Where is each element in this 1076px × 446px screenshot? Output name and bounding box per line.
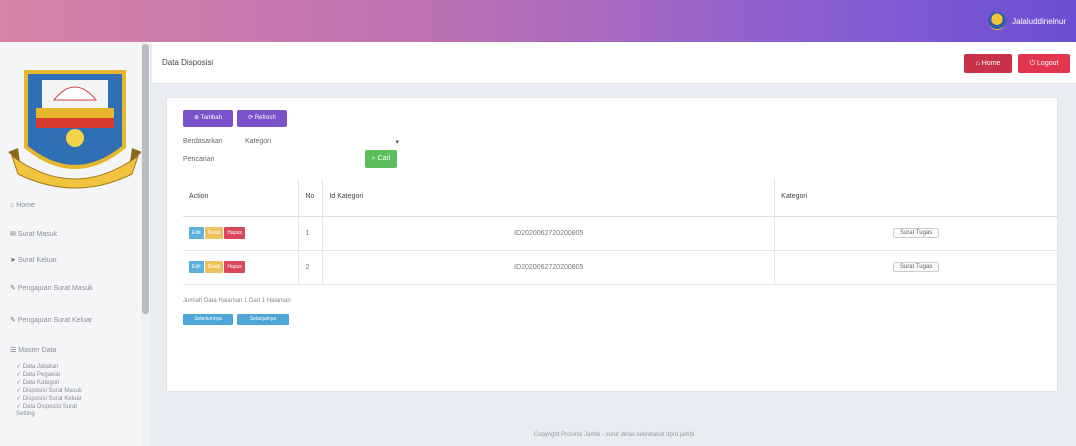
sub-data-jabatan[interactable]: ✓ Data Jabatan: [16, 363, 58, 370]
col-action: Action: [183, 178, 300, 217]
nav-master-data[interactable]: ☰ Master Data: [10, 346, 56, 354]
table-header-row: Action No Id Kategori Kategori: [183, 178, 1058, 217]
nav-surat-keluar[interactable]: ➤ Surat Keluar: [10, 256, 57, 264]
sidebar: ⌂ Home ✉ Surat Masuk ➤ Surat Keluar ✎ Pengaj…: [0, 42, 150, 446]
home-icon: ⌂: [10, 202, 15, 209]
database-icon: ☰: [10, 347, 17, 354]
col-no: No: [298, 178, 324, 217]
row-kategori: Surat Tugas: [774, 250, 1058, 285]
main-content: Data Disposisi ⌂ Home ⏻ Logout ⊕ Tambah …: [152, 42, 1076, 446]
col-kategori: Kategori: [774, 178, 1058, 217]
row-no: 1: [298, 216, 324, 251]
data-table: Action No Id Kategori Kategori Edit Detai…: [183, 178, 1058, 285]
sidebar-scroll-thumb[interactable]: [142, 44, 149, 314]
user-avatar-icon: [988, 12, 1007, 30]
pencil-icon: ✎: [10, 317, 16, 324]
nav-pengajuan-masuk[interactable]: ✎ Pengajuan Surat Masuk: [10, 284, 93, 292]
col-id-kategori: Id Kategori: [322, 178, 776, 217]
page-header: Data Disposisi ⌂ Home ⏻ Logout: [152, 42, 1076, 84]
table-row: Edit Detail Hapus 1 ID2020062720200805 Sur…: [183, 216, 1058, 251]
row-actions: Edit Detail Hapus: [183, 216, 300, 251]
provincial-emblem-logo: [8, 70, 142, 189]
user-menu[interactable]: Jalaluddinelnur: [988, 12, 1066, 30]
inbox-icon: ✉: [10, 231, 16, 238]
sub-data-pegawai[interactable]: ✓ Data Pegawai: [16, 371, 60, 378]
delete-button[interactable]: Hapus: [224, 261, 245, 273]
tambah-button[interactable]: ⊕ Tambah: [183, 110, 233, 127]
send-icon: ➤: [10, 257, 16, 264]
pencil-icon: ✎: [10, 285, 16, 292]
pagination-summary: Jumlah Data Halaman 1 Dari 1 Halaman: [183, 298, 291, 304]
refresh-button[interactable]: ⟳ Refresh: [237, 110, 287, 127]
edit-button[interactable]: Edit: [189, 261, 204, 273]
row-id: ID2020062720200805: [322, 216, 776, 251]
edit-button[interactable]: Edit: [189, 227, 204, 239]
content-panel: ⊕ Tambah ⟳ Refresh Berdasarkan Kategori …: [166, 97, 1058, 392]
search-input[interactable]: [237, 153, 347, 166]
page-title: Data Disposisi: [162, 58, 214, 67]
cari-button[interactable]: ⌕ Cari: [365, 150, 397, 168]
row-id: ID2020062720200805: [322, 250, 776, 285]
row-no: 2: [298, 250, 324, 285]
delete-button[interactable]: Hapus: [224, 227, 245, 239]
row-actions: Edit Detail Hapus: [183, 250, 300, 285]
sub-disposisi-keluar[interactable]: ✓ Disposisi Surat Keluar: [16, 395, 82, 402]
detail-button[interactable]: Detail: [204, 227, 224, 239]
nav-surat-masuk[interactable]: ✉ Surat Masuk: [10, 230, 57, 238]
pencarian-label: Pencarian: [183, 156, 215, 163]
row-kategori: Surat Tugas: [774, 216, 1058, 251]
detail-button[interactable]: Detail: [204, 261, 224, 273]
sub-data-kategori[interactable]: ✓ Data Kategori: [16, 379, 59, 386]
next-page-button[interactable]: Selanjutnya: [237, 314, 289, 325]
sub-data-disposisi[interactable]: ✓ Data Disposisi Surat: [16, 403, 77, 410]
sub-setting[interactable]: Setting: [16, 411, 35, 417]
kategori-select[interactable]: Kategori ▾: [183, 137, 403, 151]
top-navbar: Jalaluddinelnur: [0, 0, 1076, 42]
select-value: Kategori: [245, 138, 272, 145]
username: Jalaluddinelnur: [1012, 16, 1066, 26]
nav-home[interactable]: ⌂ Home: [10, 202, 35, 209]
logout-button[interactable]: ⏻ Logout: [1018, 54, 1070, 73]
table-row: Edit Detail Hapus 2 ID2020062720200805 Sur…: [183, 250, 1058, 285]
chevron-down-icon: ▾: [395, 139, 399, 146]
nav-pengajuan-keluar[interactable]: ✎ Pengajuan Surat Keluar: [10, 316, 92, 324]
prev-page-button[interactable]: Sebelumnya: [183, 314, 233, 325]
sub-disposisi-masuk[interactable]: ✓ Disposisi Surat Masuk: [16, 387, 82, 394]
copyright-footer: Copyright Provinsi Jambi - surat dinas s…: [533, 432, 695, 438]
home-button[interactable]: ⌂ Home: [964, 54, 1012, 73]
